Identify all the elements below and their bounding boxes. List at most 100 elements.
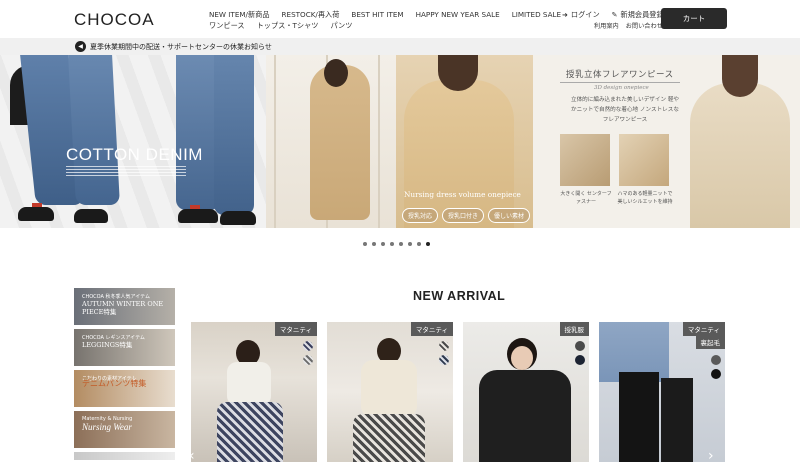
site-logo[interactable]: CHOCOA bbox=[74, 10, 155, 30]
color-swatch[interactable] bbox=[303, 355, 313, 365]
product-badge: マタニティ bbox=[410, 322, 453, 336]
feature-tag: 授乳口付き bbox=[442, 208, 485, 223]
color-swatch[interactable] bbox=[303, 341, 313, 351]
slide3-body: 立体的に編み込まれた美しいデザイン 軽やかニットで自然的な着心地 ノンストレスな… bbox=[570, 97, 680, 123]
model-dress bbox=[310, 65, 370, 220]
model-head bbox=[324, 59, 348, 87]
model-top bbox=[227, 362, 271, 406]
model-head bbox=[722, 55, 758, 97]
product-badge: マタニティ bbox=[682, 322, 725, 336]
color-swatch[interactable] bbox=[711, 355, 721, 365]
model-pants bbox=[661, 378, 693, 462]
hero-slide-caption: Nursing dress volume onepiece bbox=[404, 190, 521, 199]
banner-nursing-wear[interactable]: Maternity & Nursing Nursing Wear bbox=[74, 411, 175, 448]
denim-leg bbox=[214, 55, 254, 215]
product-card[interactable]: 授乳服 bbox=[463, 322, 589, 462]
notice-text: 夏季休業期間中の配送・サポートセンターの休業お知らせ bbox=[90, 42, 272, 51]
hero-slide-nursing-dress[interactable]: Nursing dress volume onepiece 授乳対応 授乳口付き… bbox=[266, 55, 533, 228]
color-swatch[interactable] bbox=[439, 355, 449, 365]
carousel-dot[interactable] bbox=[372, 242, 376, 246]
register-link[interactable]: ✎ 新規会員登録 bbox=[612, 10, 664, 20]
window-frame bbox=[274, 55, 276, 228]
contact-link[interactable]: お問い合わせ bbox=[626, 21, 663, 30]
slide3-subtitle: 3D design onepiece bbox=[594, 85, 649, 91]
color-swatch[interactable] bbox=[711, 369, 721, 379]
carousel-dot[interactable] bbox=[408, 242, 412, 246]
product-badge: マタニティ bbox=[274, 322, 317, 336]
megaphone-icon: ◀ bbox=[75, 41, 86, 52]
detail-photo-knit bbox=[619, 134, 669, 186]
account-links: ➜ ログイン ✎ 新規会員登録 bbox=[562, 10, 664, 20]
model-skirt bbox=[353, 414, 425, 462]
nav-onepiece[interactable]: ワンピース bbox=[209, 21, 245, 31]
detail-caption: ハマのある軽量ニットで 美しいシルエットを維持 bbox=[617, 191, 673, 205]
shoe bbox=[220, 211, 256, 225]
shoe bbox=[18, 207, 54, 221]
banner-title: LEGGINGS特集 bbox=[82, 341, 133, 349]
product-card[interactable]: マタニティ bbox=[191, 322, 317, 462]
feature-tag: 授乳対応 bbox=[402, 208, 439, 223]
nav-new-year-sale[interactable]: HAPPY NEW YEAR SALE bbox=[416, 10, 500, 20]
cart-button[interactable]: カート bbox=[661, 8, 727, 29]
carousel-dot[interactable] bbox=[417, 242, 421, 246]
carousel-dot[interactable] bbox=[363, 242, 367, 246]
color-swatch[interactable] bbox=[439, 341, 449, 351]
product-card[interactable]: マタニティ bbox=[327, 322, 453, 462]
banner-small-text: CHOCOA レギンスアイテム bbox=[82, 335, 145, 341]
product-card[interactable]: マタニティ 裏起毛 bbox=[599, 322, 725, 462]
hero-carousel[interactable]: COTTON DENIM Nursing dress volume onepie… bbox=[0, 55, 800, 228]
shoe bbox=[74, 209, 108, 223]
help-links: 利用案内 お問い合わせ bbox=[594, 21, 663, 30]
banner-leggings[interactable]: CHOCOA レギンスアイテム LEGGINGS特集 bbox=[74, 329, 175, 366]
banner-autumn-winter[interactable]: CHOCOA 秋冬季人気アイテム AUTUMN WINTER ONE PIECE… bbox=[74, 288, 175, 325]
model-pants bbox=[619, 372, 659, 462]
window-frame bbox=[378, 55, 380, 228]
product-badge-secondary: 裏起毛 bbox=[695, 335, 725, 349]
pencil-icon: ✎ bbox=[611, 11, 618, 19]
side-banner-list: CHOCOA 秋冬季人気アイテム AUTUMN WINTER ONE PIECE… bbox=[74, 288, 175, 464]
model-skirt bbox=[217, 402, 283, 462]
site-header: CHOCOA NEW ITEM/新商品 RESTOCK/再入荷 BEST HIT… bbox=[0, 0, 800, 38]
login-icon: ➜ bbox=[562, 11, 568, 19]
nav-new-item[interactable]: NEW ITEM/新商品 bbox=[209, 10, 270, 20]
model-face bbox=[511, 346, 533, 370]
model-dress-closeup bbox=[404, 80, 514, 228]
carousel-dot-active[interactable] bbox=[426, 242, 430, 246]
carousel-dot[interactable] bbox=[390, 242, 394, 246]
nav-pants[interactable]: パンツ bbox=[330, 21, 352, 31]
slide3-title: 授乳立体フレアワンピース bbox=[566, 70, 674, 80]
banner-title: AUTUMN WINTER ONE PIECE特集 bbox=[82, 300, 164, 316]
color-swatch[interactable] bbox=[575, 355, 585, 365]
carousel-dot[interactable] bbox=[381, 242, 385, 246]
banner-partial[interactable] bbox=[74, 452, 175, 460]
detail-caption: 大きく開く センターファスナー bbox=[560, 191, 612, 205]
detail-photo-zipper bbox=[560, 134, 610, 186]
login-link[interactable]: ➜ ログイン bbox=[562, 10, 600, 20]
hero-slide-denim[interactable]: COTTON DENIM bbox=[0, 55, 266, 228]
register-label: 新規会員登録 bbox=[620, 10, 664, 19]
guide-link[interactable]: 利用案内 bbox=[594, 21, 619, 30]
model-sweater bbox=[479, 370, 571, 462]
feature-tag: 優しい素材 bbox=[488, 208, 531, 223]
section-title-new-arrival: NEW ARRIVAL bbox=[413, 289, 506, 303]
banner-title: デニムパンツ特集 bbox=[82, 379, 147, 388]
nav-tops[interactable]: トップス・Tシャツ bbox=[257, 21, 319, 31]
notice-bar[interactable]: ◀ 夏季休業期間中の配送・サポートセンターの休業お知らせ bbox=[0, 38, 800, 55]
main-nav-secondary: ワンピース トップス・Tシャツ パンツ bbox=[209, 21, 364, 31]
product-grid: マタニティ マタニティ 授乳服 マタニティ 裏起毛 bbox=[191, 322, 725, 462]
main-nav-primary: NEW ITEM/新商品 RESTOCK/再入荷 BEST HIT ITEM H… bbox=[209, 10, 573, 20]
nav-limited-sale[interactable]: LIMITED SALE bbox=[512, 10, 561, 20]
slide3-divider bbox=[560, 82, 680, 83]
model-top bbox=[361, 360, 417, 418]
nav-best-hit[interactable]: BEST HIT ITEM bbox=[351, 10, 403, 20]
denim-leg bbox=[68, 55, 120, 205]
color-swatch[interactable] bbox=[575, 341, 585, 351]
banner-denim-pants[interactable]: こだわりの素材アイテム デニムパンツ特集 bbox=[74, 370, 175, 407]
carousel-dot[interactable] bbox=[399, 242, 403, 246]
banner-title: Nursing Wear bbox=[82, 422, 132, 432]
hero-slide-title: COTTON DENIM bbox=[66, 145, 203, 164]
nav-restock[interactable]: RESTOCK/再入荷 bbox=[282, 10, 340, 20]
feature-tags: 授乳対応 授乳口付き 優しい素材 bbox=[402, 208, 531, 223]
carousel-dots bbox=[363, 242, 430, 246]
banner-small-text: CHOCOA 秋冬季人気アイテム bbox=[82, 294, 151, 300]
